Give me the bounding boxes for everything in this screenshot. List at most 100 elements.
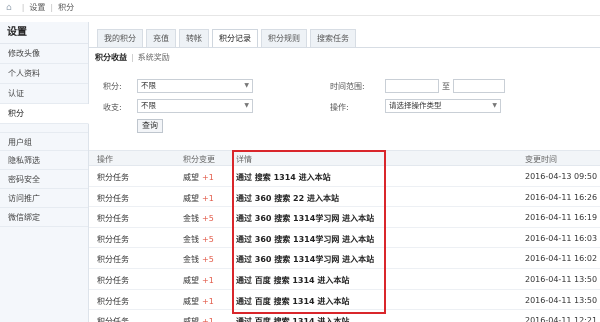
chevron-down-icon: ▼ [492, 102, 497, 109]
cell-change-time: 2016-04-11 16:26 [525, 192, 598, 202]
cell-credit-delta: +5 [202, 234, 214, 244]
cell-credit-type: 金钱 [183, 234, 199, 244]
table-row: 积分任务 金钱 +5 通过 360 搜索 1314学习网 进入本站 2016-04-11… [89, 248, 600, 269]
time-separator: 至 [442, 82, 450, 91]
breadcrumb-separator: | [21, 3, 25, 12]
cell-credit-change: 威望 +1 [183, 172, 214, 183]
cell-operation: 积分任务 [97, 255, 129, 265]
cell-credit-type: 威望 [183, 275, 199, 285]
cell-operation: 积分任务 [97, 234, 129, 244]
tab-recharge[interactable]: 充值 [146, 29, 176, 47]
cell-credit-delta: +1 [202, 193, 214, 203]
subtab-credit-income[interactable]: 积分收益 [95, 53, 127, 62]
cell-change-time: 2016-04-11 12:21 [525, 316, 598, 322]
cell-credit-delta: +1 [202, 317, 214, 322]
table-row: 积分任务 金钱 +5 通过 360 搜索 1314学习网 进入本站 2016-04-11… [89, 228, 600, 249]
cell-change-time: 2016-04-11 16:19 [525, 213, 598, 223]
tab-transfer[interactable]: 转帐 [179, 29, 209, 47]
cell-credit-delta: +1 [202, 275, 214, 285]
cell-credit-change: 金钱 +5 [183, 213, 214, 224]
cell-credit-delta: +1 [202, 173, 214, 182]
table-row: 积分任务 威望 +1 通过 搜索 1314 进入本站 2016-04-13 09:50 [89, 166, 600, 187]
table-row: 积分任务 威望 +1 通过 360 搜索 22 进入本站 2016-04-11 16:2… [89, 187, 600, 208]
cell-operation: 积分任务 [97, 214, 129, 224]
subtab-system-reward[interactable]: 系统奖励 [138, 53, 170, 62]
table-row: 积分任务 金钱 +5 通过 360 搜索 1314学习网 进入本站 2016-04-11… [89, 207, 600, 228]
subtab-bar: 积分收益 | 系统奖励 [95, 52, 170, 63]
sidebar-item-password[interactable]: 密码安全 [0, 170, 88, 189]
cell-detail: 通过 百度 搜索 1314 进入本站 [236, 296, 350, 306]
tab-credit-log[interactable]: 积分记录 [212, 29, 258, 47]
table-row: 积分任务 威望 +1 通过 百度 搜索 1314 进入本站 2016-04-11 13:… [89, 290, 600, 311]
cell-credit-change: 威望 +1 [183, 275, 214, 286]
breadcrumb-separator: | [50, 3, 54, 12]
cell-detail: 通过 360 搜索 22 进入本站 [236, 193, 339, 203]
cell-detail: 通过 360 搜索 1314学习网 进入本站 [236, 214, 375, 224]
sidebar-item-profile[interactable]: 个人资料 [0, 64, 88, 84]
operation-label: 操作: [330, 103, 349, 112]
cell-credit-type: 金钱 [183, 255, 199, 265]
cell-detail: 通过 百度 搜索 1314 进入本站 [236, 317, 350, 322]
cell-credit-change: 威望 +1 [183, 316, 214, 322]
tab-credit-rules[interactable]: 积分规则 [261, 29, 307, 47]
sidebar-item-avatar[interactable]: 修改头像 [0, 44, 88, 64]
cell-credit-change: 威望 +1 [183, 193, 214, 204]
credit-label: 积分: [103, 82, 122, 91]
main-panel: 我的积分 充值 转帐 积分记录 积分规则 搜索任务 积分收益 | 系统奖励 积分: … [89, 22, 600, 322]
sidebar-item-privacy[interactable]: 隐私筛选 [0, 151, 88, 170]
cell-credit-change: 金钱 +5 [183, 234, 214, 245]
income-select-value: 不限 [141, 101, 156, 110]
sidebar-title: 设置 [0, 22, 88, 44]
sidebar: 设置 修改头像 个人资料 认证 积分 用户组 隐私筛选 密码安全 访问推广 微信… [0, 22, 89, 322]
breadcrumb-item-settings[interactable]: 设置 [29, 2, 45, 13]
tab-bar: 我的积分 充值 转帐 积分记录 积分规则 搜索任务 [97, 29, 359, 47]
cell-detail: 通过 百度 搜索 1314 进入本站 [236, 275, 350, 285]
header-credit-change: 积分变更 [183, 155, 215, 164]
cell-credit-delta: +5 [202, 214, 214, 224]
table-row: 积分任务 威望 +1 通过 百度 搜索 1314 进入本站 2016-04-11 13:… [89, 269, 600, 290]
cell-change-time: 2016-04-11 13:50 [525, 274, 598, 284]
cell-detail: 通过 搜索 1314 进入本站 [236, 173, 331, 182]
breadcrumb: ⌂ | 设置 | 积分 [0, 0, 600, 16]
cell-change-time: 2016-04-13 09:50 [525, 172, 598, 181]
sidebar-item-credits[interactable]: 积分 [0, 104, 89, 124]
tab-my-credits[interactable]: 我的积分 [97, 29, 143, 47]
cell-credit-type: 金钱 [183, 214, 199, 224]
tab-search-tasks[interactable]: 搜索任务 [310, 29, 356, 47]
header-detail: 详情 [236, 155, 252, 164]
table-body: 积分任务 威望 +1 通过 搜索 1314 进入本站 2016-04-13 09:50 积… [89, 166, 600, 322]
cell-operation: 积分任务 [97, 173, 129, 182]
cell-credit-type: 威望 [183, 193, 199, 203]
home-icon[interactable]: ⌂ [6, 3, 12, 13]
table-header: 操作 积分变更 详情 变更时间 [89, 150, 600, 166]
header-operation: 操作 [97, 155, 113, 164]
sidebar-item-wechat[interactable]: 微信绑定 [0, 208, 88, 227]
operation-select[interactable]: 请选择操作类型 ▼ [385, 99, 501, 113]
time-start-input[interactable] [385, 79, 439, 93]
breadcrumb-item-credits: 积分 [58, 3, 75, 12]
income-select[interactable]: 不限 ▼ [137, 99, 253, 113]
operation-select-value: 请选择操作类型 [389, 101, 442, 110]
time-end-input[interactable] [453, 79, 505, 93]
table-row: 积分任务 威望 +1 通过 百度 搜索 1314 进入本站 2016-04-11 12:… [89, 310, 600, 322]
query-button[interactable]: 查询 [137, 119, 163, 133]
credit-select-value: 不限 [141, 81, 156, 90]
cell-change-time: 2016-04-11 13:50 [525, 295, 598, 305]
cell-operation: 积分任务 [97, 275, 129, 285]
cell-detail: 通过 360 搜索 1314学习网 进入本站 [236, 234, 375, 244]
tab-divider [89, 47, 600, 48]
cell-change-time: 2016-04-11 16:02 [525, 254, 598, 264]
sidebar-item-usergroup[interactable]: 用户组 [0, 132, 88, 151]
cell-credit-delta: +5 [202, 255, 214, 265]
sidebar-item-promotion[interactable]: 访问推广 [0, 189, 88, 208]
cell-detail: 通过 360 搜索 1314学习网 进入本站 [236, 255, 375, 265]
chevron-down-icon: ▼ [244, 82, 249, 89]
time-range-label: 时间范围: [330, 82, 365, 91]
sidebar-item-verify[interactable]: 认证 [0, 84, 88, 104]
cell-credit-type: 威望 [183, 173, 199, 182]
cell-credit-type: 威望 [183, 296, 199, 306]
credit-select[interactable]: 不限 ▼ [137, 79, 253, 93]
cell-credit-type: 威望 [183, 317, 199, 322]
cell-credit-change: 威望 +1 [183, 296, 214, 307]
